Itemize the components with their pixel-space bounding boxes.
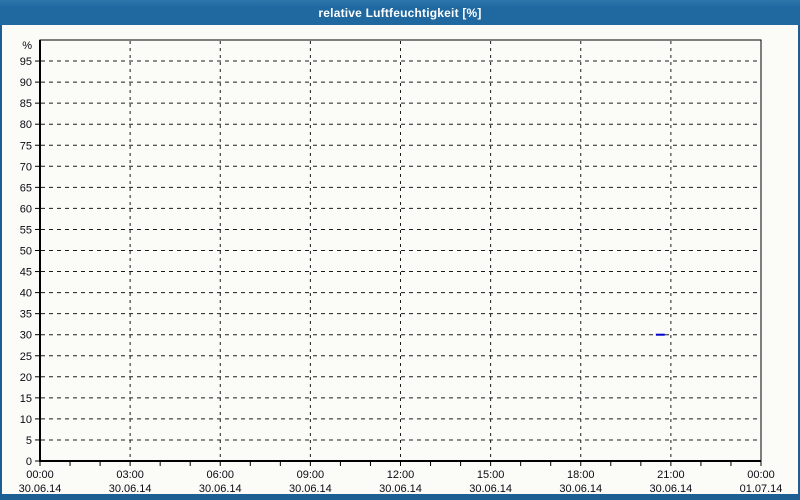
y-tick-label: 70: [20, 161, 32, 173]
x-date-label: 30.06.14: [19, 483, 62, 494]
x-date-label: 30.06.14: [289, 483, 332, 494]
x-date-label: 30.06.14: [469, 483, 512, 494]
x-date-label: 30.06.14: [199, 483, 242, 494]
y-tick-label: 55: [20, 224, 32, 236]
x-time-label: 00:00: [26, 469, 54, 481]
y-tick-label: 30: [20, 330, 32, 342]
y-tick-label: 50: [20, 246, 32, 258]
y-tick-label: 80: [20, 119, 32, 131]
y-tick-label: 10: [20, 414, 32, 426]
y-tick-label: 65: [20, 182, 32, 194]
humidity-chart: 0 5 10 15 20 25 30 35 40 45 50 55 60 65 70 75 80 85 90 95% 0…: [19, 39, 783, 495]
x-time-label: 12:00: [387, 469, 415, 481]
window-border-bottom: [0, 494, 800, 500]
x-date-label: 30.06.14: [109, 483, 152, 494]
x-date-label: 30.06.14: [379, 483, 422, 494]
y-tick-label: 40: [20, 288, 32, 300]
x-time-label: 03:00: [116, 469, 144, 481]
y-tick-label: 0: [26, 456, 32, 468]
y-tick-label: 60: [20, 203, 32, 215]
x-time-label: 18:00: [567, 469, 595, 481]
chart-window: relative Luftfeuchtigkeit [%] 0 5 10 15 20 25…: [0, 0, 800, 500]
y-tick-label: 75: [20, 140, 32, 152]
y-tick-label: 25: [20, 351, 32, 363]
x-time-label: 06:00: [206, 469, 234, 481]
chart-title: relative Luftfeuchtigkeit [%]: [318, 5, 482, 20]
x-date-label: 30.06.14: [559, 483, 602, 494]
y-tick-label: 90: [20, 77, 32, 89]
y-tick-label: 35: [20, 309, 32, 321]
y-tick-label: 45: [20, 267, 32, 279]
chart-plot-area: 0 5 10 15 20 25 30 35 40 45 50 55 60 65 70 75 80 85 90 95% 0…: [0, 25, 800, 495]
window-title-bar: relative Luftfeuchtigkeit [%]: [0, 0, 800, 25]
y-tick-label: 5: [26, 435, 32, 447]
x-date-label: 30.06.14: [649, 483, 692, 494]
x-date-label: 01.07.14: [740, 483, 783, 494]
y-tick-label: 95: [20, 56, 32, 68]
window-border-left: [0, 25, 2, 500]
x-time-label: 15:00: [477, 469, 505, 481]
y-tick-label: 20: [20, 372, 32, 384]
x-time-label: 09:00: [297, 469, 325, 481]
x-time-label: 21:00: [657, 469, 685, 481]
y-axis-unit-label: %: [22, 40, 32, 52]
x-time-label: 00:00: [747, 469, 775, 481]
y-tick-label: 85: [20, 98, 32, 110]
y-tick-label: 15: [20, 393, 32, 405]
